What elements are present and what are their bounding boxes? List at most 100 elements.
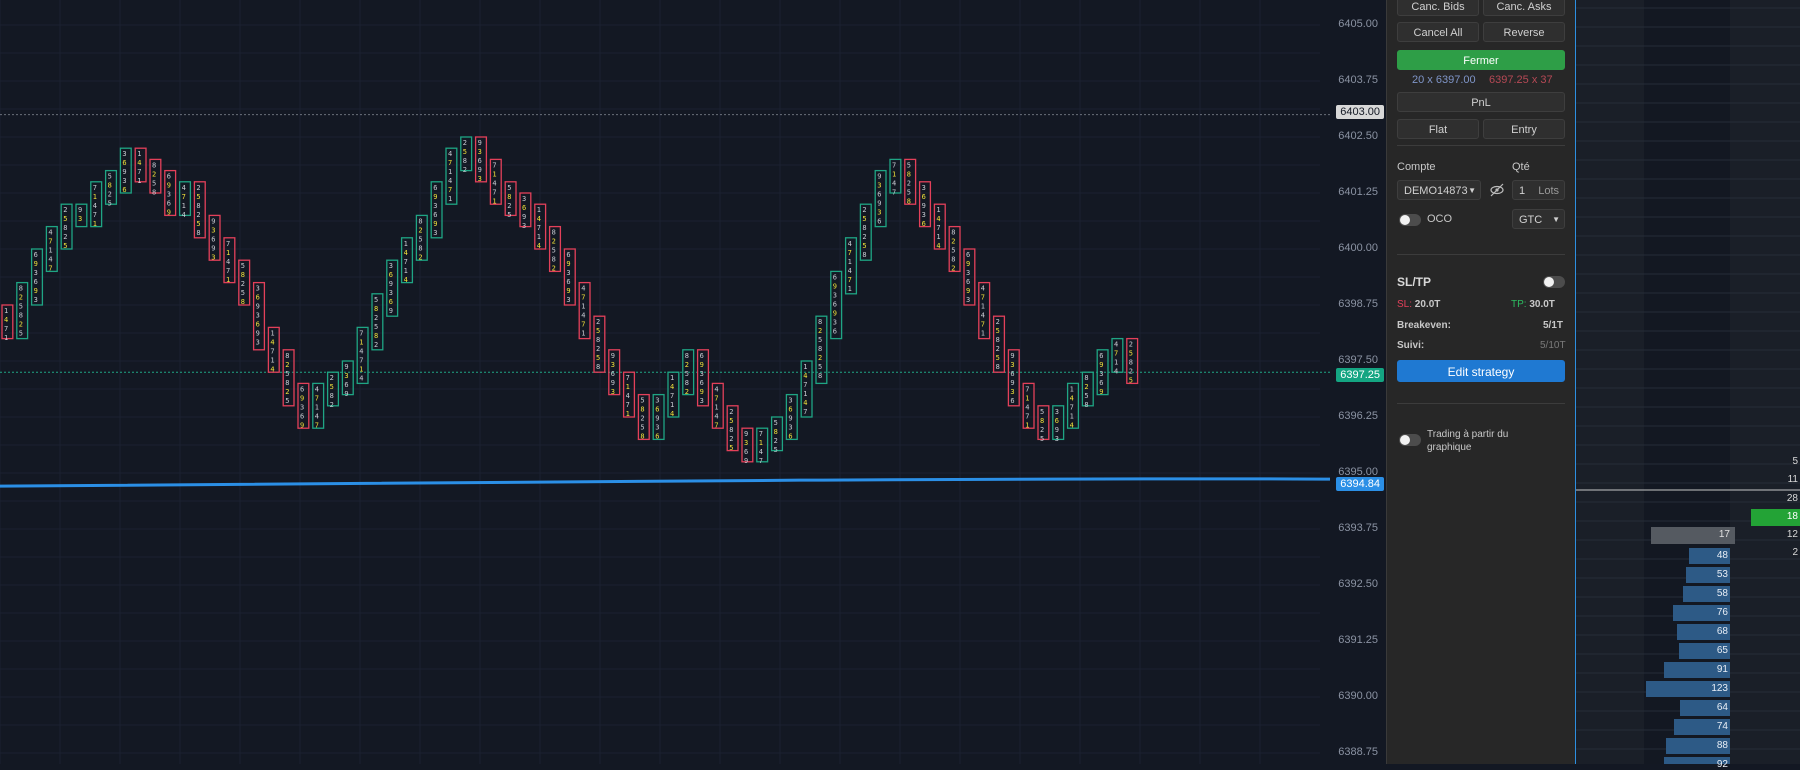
tif-select[interactable]: GTC ▼ (1512, 209, 1565, 229)
footprint-volume: 8 (729, 426, 733, 434)
footprint-volume: 6 (122, 159, 126, 167)
footprint-volume: 5 (418, 235, 422, 243)
footprint-volume: 4 (448, 150, 452, 158)
account-label: Compte (1397, 161, 1436, 173)
footprint-volume: 4 (936, 242, 940, 250)
footprint-volume: 6 (877, 191, 881, 199)
price-axis-label: 6402.50 (1338, 130, 1378, 142)
footprint-volume: 7 (137, 168, 141, 176)
chart-canvas[interactable]: 1471825825693693471472582593714715825369… (0, 0, 1386, 764)
footprint-volume: 4 (48, 256, 52, 264)
footprint-volume: 1 (537, 206, 541, 214)
cancel-asks-button[interactable]: Canc. Asks (1483, 0, 1565, 16)
chart-trading-toggle[interactable] (1399, 434, 1421, 446)
footprint-volume: 6 (433, 211, 437, 219)
footprint-volume: 2 (907, 179, 911, 187)
footprint-volume: 6 (877, 218, 881, 226)
footprint-volume: 9 (300, 394, 304, 402)
reverse-button[interactable]: Reverse (1483, 22, 1565, 42)
footprint-volume: 1 (4, 307, 8, 315)
footprint-volume: 9 (167, 182, 171, 190)
footprint-volume: 9 (877, 173, 881, 181)
footprint-volume: 6 (566, 278, 570, 286)
footprint-volume: 2 (1040, 426, 1044, 434)
footprint-volume: 1 (581, 303, 585, 311)
footprint-volume: 8 (996, 336, 1000, 344)
account-select[interactable]: DEMO14873 ▼ (1397, 180, 1481, 200)
footprint-volume: 1 (581, 330, 585, 338)
footprint-volume: 3 (34, 269, 38, 277)
price-axis-label: 6397.50 (1338, 354, 1378, 366)
footprint-volume: 1 (270, 356, 274, 364)
edit-strategy-button[interactable]: Edit strategy (1397, 360, 1565, 382)
footprint-volume: 8 (196, 202, 200, 210)
footprint-volume: 2 (640, 415, 644, 423)
price-axis-label: 6396.25 (1338, 410, 1378, 422)
order-panel: Canc. Bids Canc. Asks Cancel All Reverse… (1386, 0, 1577, 764)
footprint-volume: 4 (315, 412, 319, 420)
footprint-volume: 5 (19, 303, 23, 311)
footprint-volume: 9 (433, 220, 437, 228)
footprint-volume: 1 (93, 193, 97, 201)
footprint-volume: 4 (581, 312, 585, 320)
footprint-volume: 9 (389, 307, 393, 315)
separator (1397, 254, 1565, 255)
hide-eye-icon[interactable] (1488, 181, 1506, 199)
footprint-volume: 1 (848, 258, 852, 266)
dom-bid-size: 53 (1716, 569, 1728, 580)
footprint-volume: 8 (108, 182, 112, 190)
footprint-volume: 9 (788, 415, 792, 423)
footprint-volume: 4 (714, 385, 718, 393)
footprint-volume: 6 (655, 433, 659, 441)
footprint-volume: 3 (122, 150, 126, 158)
footprint-volume: 5 (1040, 435, 1044, 443)
flat-button[interactable]: Flat (1397, 119, 1479, 139)
entry-button[interactable]: Entry (1483, 119, 1565, 139)
footprint-volume: 6 (833, 300, 837, 308)
footprint-volume: 7 (803, 381, 807, 389)
sltp-toggle[interactable] (1543, 276, 1565, 288)
footprint-chart[interactable]: 1471825825693693471472582593714715825369… (0, 0, 1386, 764)
footprint-volume: 9 (566, 287, 570, 295)
footprint-volume: 9 (300, 421, 304, 429)
footprint-volume: 3 (256, 312, 260, 320)
cancel-all-button[interactable]: Cancel All (1397, 22, 1479, 42)
footprint-volume: 2 (330, 374, 334, 382)
quantity-input[interactable]: 1 Lots (1512, 180, 1565, 200)
footprint-volume: 8 (552, 229, 556, 237)
footprint-volume: 9 (877, 200, 881, 208)
footprint-volume: 4 (48, 229, 52, 237)
footprint-volume: 5 (951, 247, 955, 255)
footprint-volume: 9 (922, 202, 926, 210)
footprint-volume: 2 (729, 408, 733, 416)
cancel-bids-button[interactable]: Canc. Bids (1397, 0, 1479, 16)
footprint-volume: 3 (344, 372, 348, 380)
footprint-volume: 4 (670, 383, 674, 391)
footprint-volume: 5 (108, 200, 112, 208)
footprint-volume: 1 (1025, 421, 1029, 429)
footprint-volume: 9 (700, 388, 704, 396)
dom-ladder[interactable]: 5 11 28 18 17 12 2 48 53 58 76 68 65 91 123 64 74 88 92 (1576, 0, 1800, 770)
oco-toggle[interactable] (1399, 214, 1421, 226)
footprint-volume: 1 (1070, 385, 1074, 393)
footprint-volume: 3 (522, 222, 526, 230)
pnl-button[interactable]: PnL (1397, 92, 1565, 112)
dom-column (1730, 0, 1800, 764)
footprint-volume: 8 (1084, 401, 1088, 409)
dom-ask-size: 11 (1787, 474, 1798, 485)
footprint-volume: 6 (300, 412, 304, 420)
footprint-volume: 9 (256, 330, 260, 338)
footprint-volume: 6 (256, 321, 260, 329)
close-position-button[interactable]: Fermer (1397, 50, 1565, 70)
footprint-volume: 2 (818, 327, 822, 335)
footprint-volume: 8 (685, 379, 689, 387)
footprint-volume: 5 (907, 161, 911, 169)
footprint-volume: 9 (433, 193, 437, 201)
footprint-volume: 1 (803, 363, 807, 371)
footprint-volume: 7 (1114, 350, 1118, 358)
footprint-volume: 1 (981, 330, 985, 338)
footprint-volume: 7 (714, 421, 718, 429)
footprint-volume: 1 (936, 233, 940, 241)
footprint-volume: 1 (359, 338, 363, 346)
footprint-volume: 5 (774, 446, 778, 454)
